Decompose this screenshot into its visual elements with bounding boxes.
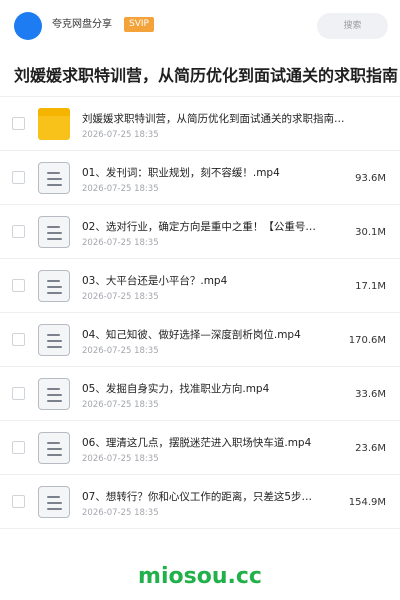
file-date: 2026-07-25 18:35 [82,184,159,194]
file-date: 2026-07-25 18:35 [82,400,159,410]
file-size: 154.9M [348,497,386,508]
file-date: 2026-07-25 18:35 [82,130,159,140]
file-name: 05、发掘自身实力，找准职业方向.mp4 [82,383,270,395]
file-doc-icon [38,378,70,410]
avatar[interactable] [14,12,42,40]
file-size: 30.1M [355,227,386,238]
search-input[interactable]: 搜索 [317,13,388,39]
file-size: 170.6M [348,335,386,346]
folder-icon [38,108,70,140]
page-title: 刘媛媛求职特训营，从简历优化到面试通关的求职指南（第 [14,66,400,85]
file-doc-icon [38,162,70,194]
file-name: 03、大平台还是小平台？.mp4 [82,275,228,287]
watermark: miosou.cc [138,564,262,589]
row-checkbox[interactable] [12,333,25,346]
username: 夸克网盘分享 [52,19,112,30]
file-row[interactable]: 01、发刊词：职业规划，刻不容缓！.mp4 2026-07-25 18:35 9… [0,151,400,205]
file-row[interactable]: 02、选对行业，确定方向是重中之重！【公重号：Cu… 2026-07-25 18… [0,205,400,259]
row-checkbox[interactable] [12,171,25,184]
file-row[interactable]: 刘媛媛求职特训营，从简历优化到面试通关的求职指南（… 2026-07-25 18… [0,97,400,151]
row-checkbox[interactable] [12,279,25,292]
row-checkbox[interactable] [12,225,25,238]
row-checkbox[interactable] [12,117,25,130]
vip-badge: SVIP [124,17,154,32]
header-bar: 夸克网盘分享 SVIP 搜索 [0,0,400,52]
file-row[interactable]: 04、知己知彼、做好选择—深度剖析岗位.mp4 2026-07-25 18:35… [0,313,400,367]
file-doc-icon [38,486,70,518]
file-date: 2026-07-25 18:35 [82,454,159,464]
file-row[interactable]: 06、理清这几点，摆脱迷茫进入职场快车道.mp4 2026-07-25 18:3… [0,421,400,475]
file-name: 06、理清这几点，摆脱迷茫进入职场快车道.mp4 [82,437,312,449]
file-list: 刘媛媛求职特训营，从简历优化到面试通关的求职指南（… 2026-07-25 18… [0,97,400,529]
file-name: 07、想转行？你和心仪工作的距离，只差这5步！.m… [82,491,318,503]
file-row[interactable]: 05、发掘自身实力，找准职业方向.mp4 2026-07-25 18:35 33… [0,367,400,421]
file-date: 2026-07-25 18:35 [82,238,159,248]
file-size: 23.6M [355,443,386,454]
file-name: 02、选对行业，确定方向是重中之重！【公重号：Cu… [82,221,318,233]
file-date: 2026-07-25 18:35 [82,346,159,356]
file-name: 04、知己知彼、做好选择—深度剖析岗位.mp4 [82,329,301,341]
file-doc-icon [38,324,70,356]
file-size: 93.6M [355,173,386,184]
row-checkbox[interactable] [12,495,25,508]
file-size: 33.6M [355,389,386,400]
file-date: 2026-07-25 18:35 [82,292,159,302]
file-doc-icon [38,216,70,248]
file-date: 2026-07-25 18:35 [82,508,159,518]
row-checkbox[interactable] [12,441,25,454]
file-name: 刘媛媛求职特训营，从简历优化到面试通关的求职指南（… [82,113,354,125]
file-size: 17.1M [355,281,386,292]
file-row[interactable]: 07、想转行？你和心仪工作的距离，只差这5步！.m… 2026-07-25 18… [0,475,400,529]
file-doc-icon [38,432,70,464]
file-row[interactable]: 03、大平台还是小平台？.mp4 2026-07-25 18:35 17.1M [0,259,400,313]
file-doc-icon [38,270,70,302]
file-name: 01、发刊词：职业规划，刻不容缓！.mp4 [82,167,280,179]
row-checkbox[interactable] [12,387,25,400]
